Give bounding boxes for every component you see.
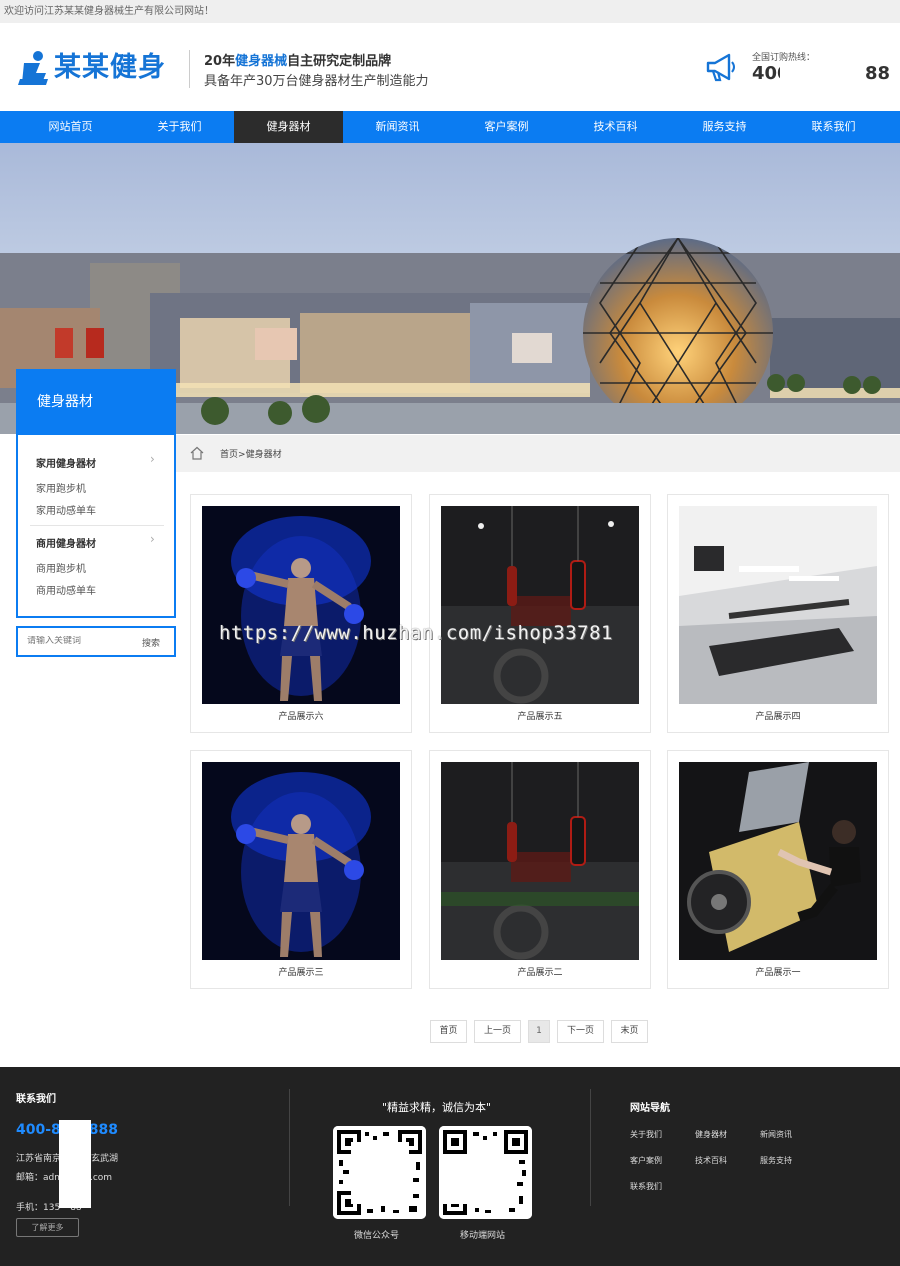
- breadcrumb-current[interactable]: 健身器材: [246, 450, 282, 460]
- welcome-bar: 欢迎访问江苏某某健身器械生产有限公司网站！: [0, 0, 900, 23]
- product-caption[interactable]: 产品展示四: [668, 709, 888, 722]
- learn-more-button[interactable]: 了解更多: [16, 1218, 79, 1237]
- nav-equipment[interactable]: 健身器材: [234, 111, 343, 143]
- footer-email-prefix: 邮箱：adm: [16, 1173, 63, 1183]
- sidebar-sub-commercial-treadmill[interactable]: 商用跑步机: [36, 560, 86, 575]
- sidebar-sub-home-bike[interactable]: 家用动感单车: [36, 502, 96, 517]
- sidebar-divider: [30, 525, 164, 526]
- page-next[interactable]: 下一页: [557, 1020, 604, 1043]
- product-image-treadmills[interactable]: [679, 506, 877, 704]
- sidebar-title: 健身器材: [16, 369, 176, 435]
- nav-contact[interactable]: 联系我们: [779, 111, 888, 143]
- runner-logo-icon: [18, 51, 48, 85]
- mobile-qr-caption: 移动端网站: [460, 1231, 506, 1241]
- chevron-right-icon: ›: [150, 532, 155, 546]
- mobile-site-qr-code: [439, 1126, 532, 1219]
- breadcrumb: 首页>健身器材: [176, 435, 900, 472]
- slogan-suffix: 自主研究定制品牌: [287, 54, 392, 69]
- product-image-boxing-gym[interactable]: [441, 762, 639, 960]
- footer-redaction: [59, 1120, 91, 1208]
- footer-address-prefix: 江苏省南京: [16, 1154, 62, 1164]
- product-caption[interactable]: 产品展示二: [430, 965, 650, 978]
- footer-contact-title: 联系我们: [16, 1094, 56, 1105]
- page-first[interactable]: 首页: [430, 1020, 467, 1043]
- slogan-prefix: 20年: [204, 54, 236, 69]
- product-card[interactable]: 产品展示四: [667, 494, 889, 733]
- nav-home[interactable]: 网站首页: [16, 111, 125, 143]
- product-caption[interactable]: 产品展示六: [191, 709, 411, 722]
- footer-link-cases[interactable]: 客户案例: [630, 1155, 662, 1166]
- footer-link-about[interactable]: 关于我们: [630, 1129, 662, 1140]
- page-current[interactable]: 1: [528, 1020, 550, 1043]
- watermark-text: https://www.huzhan.com/ishop33781: [219, 622, 613, 644]
- product-caption[interactable]: 产品展示一: [668, 965, 888, 978]
- footer-link-news[interactable]: 新闻资讯: [760, 1129, 792, 1140]
- welcome-text: 欢迎访问江苏某某健身器械生产有限公司网站！: [4, 6, 214, 17]
- hotline-number-tail: 88: [865, 63, 891, 84]
- product-card[interactable]: 产品展示三: [190, 750, 412, 989]
- footer-link-equipment[interactable]: 健身器材: [695, 1129, 727, 1140]
- slogan-secondary: 具备年产30万台健身器材生产制造能力: [204, 74, 429, 89]
- product-card[interactable]: 产品展示二: [429, 750, 651, 989]
- product-caption[interactable]: 产品展示五: [430, 709, 650, 722]
- product-image-fighter[interactable]: [202, 506, 400, 704]
- sidebar-sub-commercial-bike[interactable]: 商用动感单车: [36, 582, 96, 597]
- nav-knowledge[interactable]: 技术百科: [561, 111, 670, 143]
- main-nav: 网站首页 关于我们 健身器材 新闻资讯 客户案例 技术百科 服务支持 联系我们: [0, 111, 900, 143]
- logo-text: 某某健身: [54, 52, 166, 83]
- breadcrumb-home[interactable]: 首页: [220, 450, 238, 460]
- sidebar-search: 搜索: [16, 626, 176, 657]
- header-divider: [189, 50, 190, 88]
- footer-link-contact[interactable]: 联系我们: [630, 1181, 662, 1192]
- breadcrumb-sep: >: [238, 450, 246, 460]
- footer-phone-tail: 888: [88, 1122, 119, 1138]
- nav-about[interactable]: 关于我们: [125, 111, 234, 143]
- product-caption[interactable]: 产品展示三: [191, 965, 411, 978]
- nav-cases[interactable]: 客户案例: [452, 111, 561, 143]
- footer-link-knowledge[interactable]: 技术百科: [695, 1155, 727, 1166]
- footer-mobile-prefix: 手机：135: [16, 1203, 61, 1213]
- slogan-primary: 20年健身器械自主研究定制品牌: [204, 50, 391, 69]
- page-last[interactable]: 末页: [611, 1020, 648, 1043]
- product-card[interactable]: 产品展示五: [429, 494, 651, 733]
- site-footer: 联系我们 400-8 888 江苏省南京 玄武湖 邮箱：adm min.com 手机：…: [0, 1067, 900, 1266]
- wechat-qr-caption: 微信公众号: [354, 1231, 400, 1241]
- footer-quote: "精益求精，诚信为本": [382, 1101, 492, 1114]
- product-card[interactable]: 产品展示六: [190, 494, 412, 733]
- hotline-label: 全国订购热线：: [752, 53, 816, 63]
- megaphone-icon: [706, 53, 735, 82]
- breadcrumb-path: 首页>健身器材: [220, 447, 282, 460]
- hotline-redaction: [780, 63, 864, 89]
- footer-divider: [289, 1089, 290, 1206]
- wechat-qr-code: [333, 1126, 426, 1219]
- footer-address-suffix: 玄武湖: [91, 1154, 119, 1164]
- product-image-boxing-gym[interactable]: [441, 506, 639, 704]
- sidebar-cat-commercial[interactable]: 商用健身器材: [36, 535, 96, 550]
- product-image-leg-press[interactable]: [679, 762, 877, 960]
- search-button[interactable]: 搜索: [142, 636, 160, 649]
- footer-link-service[interactable]: 服务支持: [760, 1155, 792, 1166]
- product-image-fighter[interactable]: [202, 762, 400, 960]
- site-logo[interactable]: 某某健身: [18, 49, 178, 89]
- slogan-highlight: 健身器械: [235, 54, 288, 69]
- sidebar-sub-home-treadmill[interactable]: 家用跑步机: [36, 480, 86, 495]
- footer-divider: [590, 1089, 591, 1206]
- sidebar-menu: 家用健身器材 › 家用跑步机 家用动感单车 商用健身器材 › 商用跑步机 商用动…: [16, 435, 176, 618]
- footer-nav-title: 网站导航: [630, 1103, 670, 1114]
- nav-news[interactable]: 新闻资讯: [343, 111, 452, 143]
- home-icon: [190, 446, 204, 460]
- page-prev[interactable]: 上一页: [474, 1020, 521, 1043]
- chevron-right-icon: ›: [150, 452, 155, 466]
- site-header: 某某健身 20年健身器械自主研究定制品牌 具备年产30万台健身器材生产制造能力 …: [0, 23, 900, 111]
- sidebar-cat-home[interactable]: 家用健身器材: [36, 455, 96, 470]
- search-input[interactable]: [27, 636, 127, 646]
- footer-phone-prefix: 400-8: [16, 1122, 61, 1138]
- product-card[interactable]: 产品展示一: [667, 750, 889, 989]
- nav-service[interactable]: 服务支持: [670, 111, 779, 143]
